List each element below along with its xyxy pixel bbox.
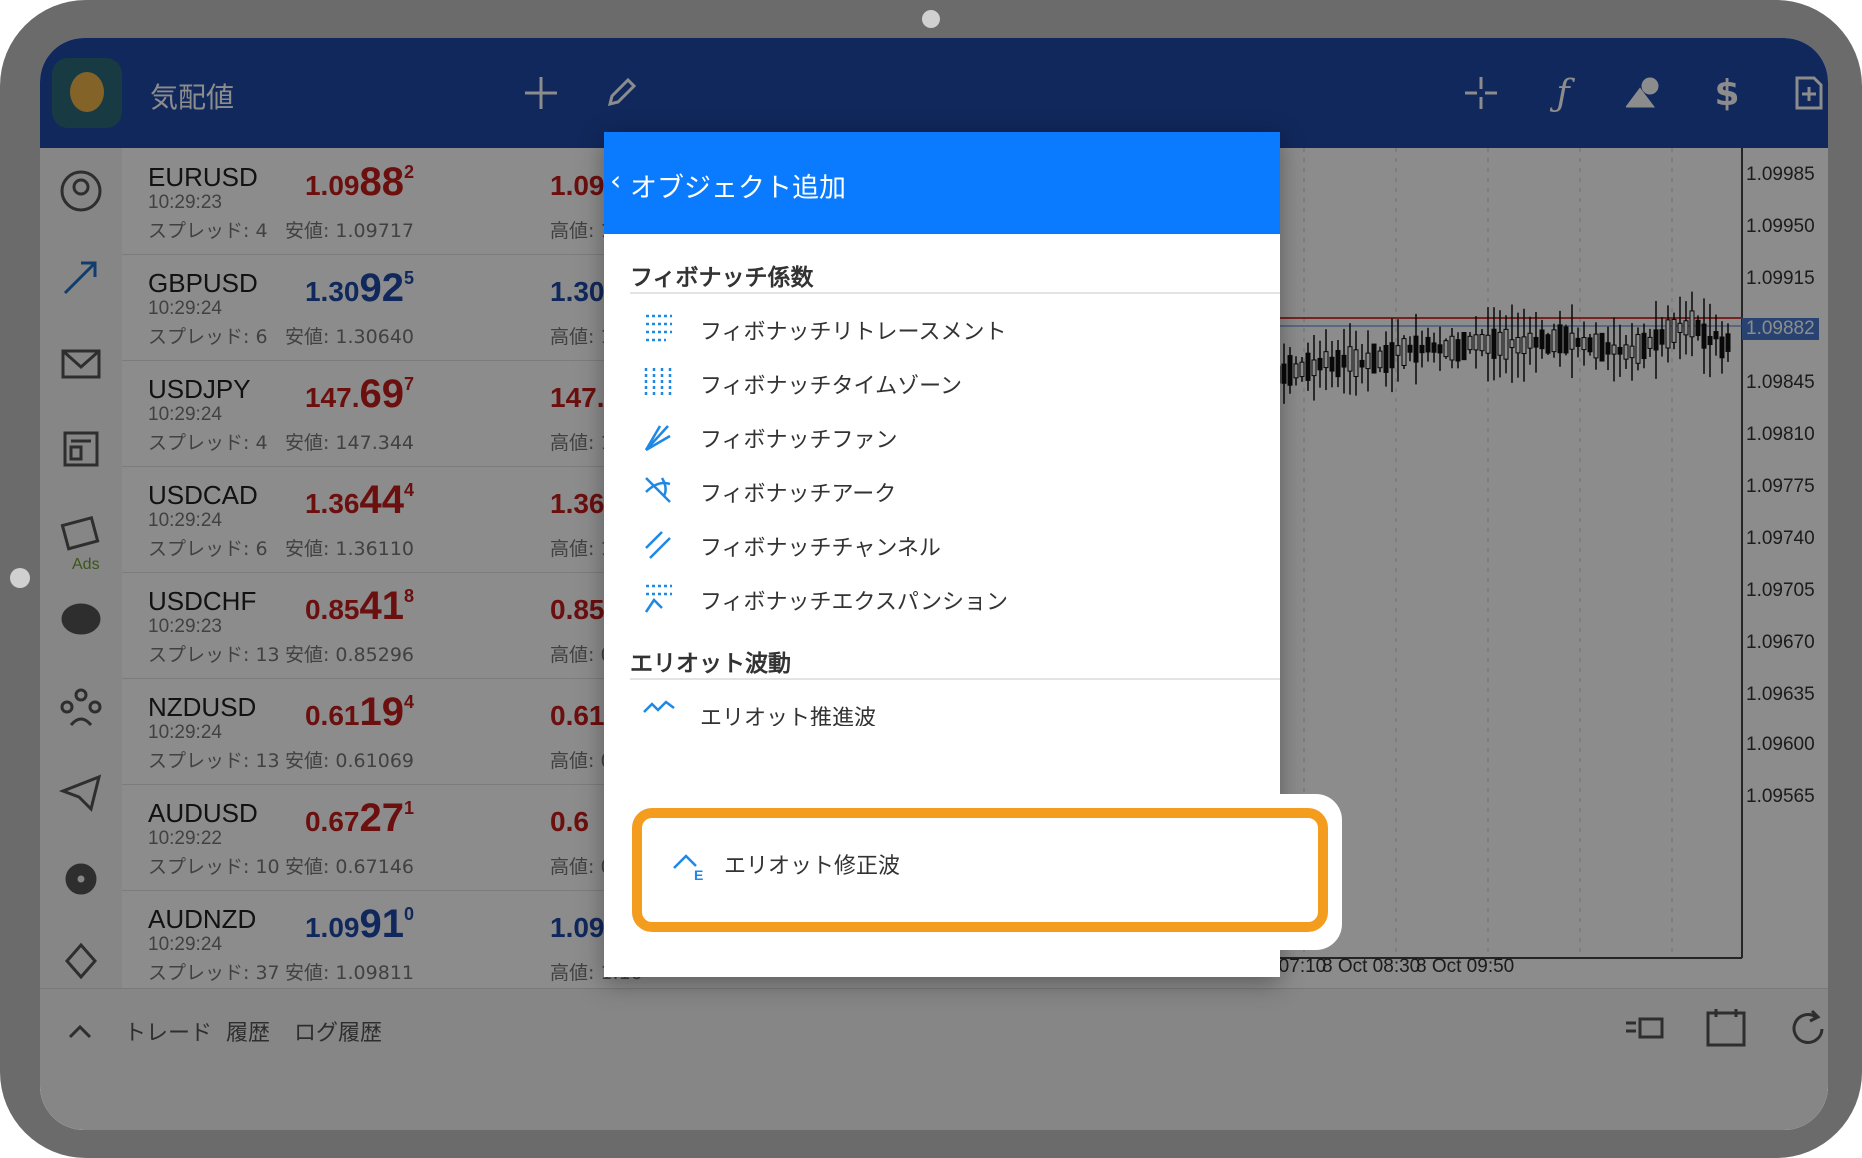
fibo-timezone-icon <box>642 366 678 400</box>
menu-item-label: フィボナッチアーク <box>700 482 897 507</box>
menu-item-fibonacci-channel[interactable]: フィボナッチチャンネル <box>630 514 1280 574</box>
tablet-frame: 気配値 ƒ $ Ads EURUSD 10:29:23 スプレッド: 4 1.0… <box>0 0 1862 1158</box>
menu-item-label: フィボナッチチャンネル <box>700 536 941 561</box>
app-screen: 気配値 ƒ $ Ads EURUSD 10:29:23 スプレッド: 4 1.0… <box>40 38 1828 1130</box>
side-sensor <box>10 568 30 588</box>
dialog-header: ‹ オブジェクト追加 <box>604 132 1280 234</box>
menu-item-fibonacci-expansion[interactable]: フィボナッチエクスパンション <box>630 568 1280 628</box>
menu-item-elliott-corrective[interactable]: E エリオット修正波 <box>632 808 1328 932</box>
menu-item-elliott-impulse[interactable]: エリオット推進波 <box>630 684 1280 726</box>
section-divider <box>630 678 1280 680</box>
back-icon[interactable]: ‹ <box>610 164 621 197</box>
elliott-impulse-icon <box>642 698 678 726</box>
menu-item-fibonacci-fan[interactable]: フィボナッチファン <box>630 406 1280 466</box>
fibo-channel-icon <box>642 528 678 562</box>
highlight-callout: E エリオット修正波 <box>618 794 1342 950</box>
elliott-corrective-icon: E <box>672 848 708 883</box>
menu-item-fibonacci-time-zones[interactable]: フィボナッチタイムゾーン <box>630 352 1280 412</box>
fibo-fan-icon <box>642 420 678 454</box>
section-divider <box>630 292 1280 294</box>
menu-item-label: フィボナッチタイムゾーン <box>700 374 963 399</box>
dialog-title: オブジェクト追加 <box>630 173 846 204</box>
menu-item-label: フィボナッチファン <box>700 428 898 453</box>
section-title-elliott: エリオット波動 <box>630 651 791 677</box>
fibo-expansion-icon <box>642 582 678 616</box>
menu-item-label: エリオット修正波 <box>724 854 901 879</box>
svg-text:E: E <box>694 867 703 882</box>
menu-item-fibonacci-arcs[interactable]: フィボナッチアーク <box>630 460 1280 520</box>
menu-item-label: フィボナッチエクスパンション <box>700 590 1009 615</box>
menu-item-label: エリオット推進波 <box>700 706 877 726</box>
fibo-retracement-icon <box>642 312 678 346</box>
front-camera <box>922 10 940 28</box>
fibo-arc-icon <box>642 474 678 508</box>
menu-item-fibonacci-retracement[interactable]: フィボナッチリトレースメント <box>630 298 1280 358</box>
section-title-fibonacci: フィボナッチ係数 <box>630 265 814 291</box>
menu-item-label: フィボナッチリトレースメント <box>700 320 1007 345</box>
